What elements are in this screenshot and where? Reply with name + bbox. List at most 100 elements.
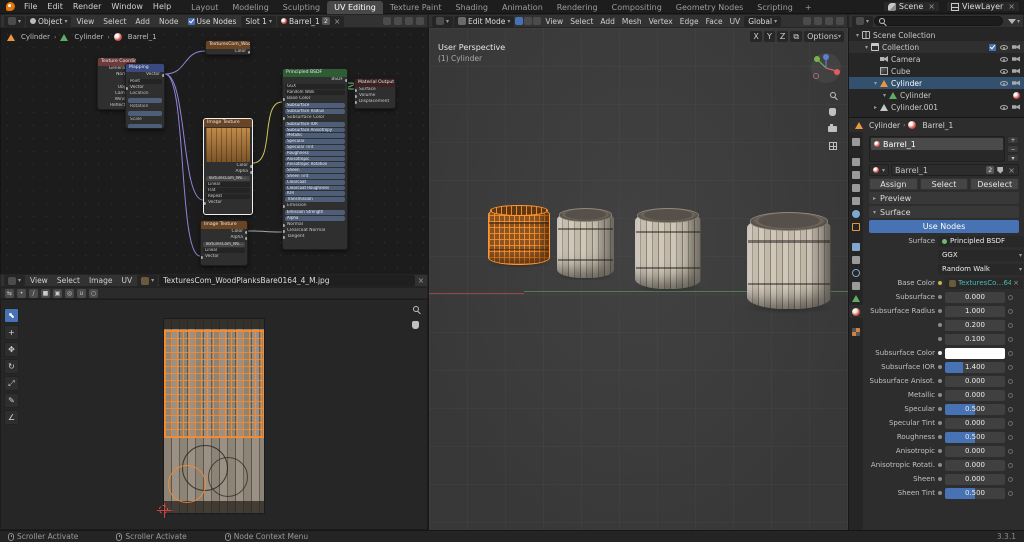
node-socket-row[interactable]: Transmission <box>285 197 345 202</box>
value-slider[interactable]: 0.000 <box>945 460 1005 471</box>
outliner-item-label[interactable]: Cylinder <box>891 79 922 88</box>
workspace-tab-geometry-nodes[interactable]: Geometry Nodes <box>669 1 750 14</box>
workspace-tab-texture-paint[interactable]: Texture Paint <box>383 1 449 14</box>
workspace-tab-animation[interactable]: Animation <box>495 1 550 14</box>
unlink-material-button[interactable]: × <box>332 17 340 26</box>
menu-file[interactable]: File <box>19 0 42 14</box>
overlays-icon[interactable] <box>825 17 833 25</box>
value-slider[interactable]: 0.200 <box>945 320 1005 331</box>
value-slider[interactable]: 0.500 <box>945 488 1005 499</box>
node-title[interactable]: Mapping <box>126 64 164 72</box>
select-button[interactable]: Select <box>920 178 969 190</box>
node-socket-row[interactable]: Metallic <box>285 133 345 138</box>
decorator-dot[interactable] <box>1008 449 1013 454</box>
node-title[interactable]: Principled BSDF <box>283 69 347 77</box>
outliner-row-cylinder[interactable]: ▾Cylinder <box>849 77 1024 89</box>
uv-select-island-button[interactable]: ▣ <box>53 289 62 298</box>
value-slider[interactable]: 0.000 <box>945 376 1005 387</box>
value-slider[interactable]: 0.000 <box>945 474 1005 485</box>
editor-type-button[interactable]: ▾ <box>852 16 873 27</box>
pin-icon[interactable] <box>383 17 391 25</box>
scale-tool-button[interactable]: ⤢ <box>4 376 19 391</box>
node-socket-row[interactable]: Point <box>128 79 162 84</box>
uv-editor-canvas[interactable]: ⬉+✥↻⤢✎∠ <box>0 299 428 530</box>
shading-context-dropdown[interactable]: Object▾ <box>26 16 71 27</box>
uv-sync-select-button[interactable]: ⇆ <box>5 289 14 298</box>
decorator-dot[interactable] <box>1008 295 1013 300</box>
value-slider[interactable]: 0.100 <box>945 334 1005 345</box>
node-socket-row[interactable] <box>128 111 162 116</box>
assign-button[interactable]: Assign <box>869 178 918 190</box>
node-socket-row[interactable]: Displacement <box>355 99 395 105</box>
breadcrumb-material[interactable]: Barrel_1 <box>922 121 953 130</box>
uv-select-face-button[interactable]: ■ <box>41 289 50 298</box>
mirror-y-toggle[interactable]: Y <box>764 31 775 42</box>
viewport-menu-edge[interactable]: Edge <box>677 17 702 26</box>
user-count-badge[interactable]: 2 <box>322 17 330 25</box>
node-socket-row[interactable]: Subsurface IOR <box>285 122 345 127</box>
workspace-tab-sculpting[interactable]: Sculpting <box>276 1 327 14</box>
outliner-search-input[interactable] <box>874 16 1003 26</box>
render-visibility-icon[interactable] <box>1012 68 1020 74</box>
node-socket-row[interactable]: Emission <box>283 203 347 209</box>
navigation-gizmo[interactable] <box>810 52 842 84</box>
uv-select-vertex-button[interactable]: • <box>17 289 26 298</box>
workspace-tab-shading[interactable]: Shading <box>448 1 495 14</box>
properties-tab-texture[interactable] <box>849 325 863 338</box>
node-socket-row[interactable]: Linear <box>206 182 250 187</box>
outliner-row-cylinder-001[interactable]: ▸Cylinder.001 <box>849 101 1024 113</box>
scene-unlink-button[interactable]: × <box>926 2 935 11</box>
node-socket-row[interactable]: Subsurface <box>285 103 345 108</box>
properties-tab-modifiers[interactable] <box>849 240 863 253</box>
properties-tab-material[interactable] <box>849 305 863 318</box>
snap-magnet-icon[interactable] <box>803 17 811 25</box>
shader-menu-select[interactable]: Select <box>99 17 130 26</box>
render-visibility-icon[interactable] <box>1012 56 1020 62</box>
fake-user-icon[interactable] <box>394 17 402 25</box>
camera-view-icon[interactable] <box>828 126 837 132</box>
value-slider[interactable]: 0.000 <box>945 446 1005 457</box>
node-material-output[interactable]: Material OutputSurfaceVolumeDisplacement <box>354 78 396 109</box>
eye-icon[interactable] <box>1000 57 1008 62</box>
decorator-dot[interactable] <box>1008 477 1013 482</box>
material-slot-list[interactable]: Barrel_1 <box>869 136 1005 162</box>
node-socket-row[interactable]: Subsurface Radius <box>285 109 345 114</box>
image-browse-button[interactable]: ▾ <box>137 275 158 286</box>
zoom-icon[interactable] <box>413 306 419 312</box>
sss-method-dropdown[interactable]: Random Walk▾ <box>938 264 1024 275</box>
browse-material-button[interactable]: ▾ <box>869 164 889 176</box>
uv-texture-image[interactable] <box>164 319 264 513</box>
mirror-x-toggle[interactable]: X <box>750 31 761 42</box>
outliner-item-label[interactable]: Collection <box>882 43 919 52</box>
render-visibility-icon[interactable] <box>1012 44 1020 50</box>
properties-tab-tool[interactable] <box>849 135 863 148</box>
menu-help[interactable]: Help <box>148 0 176 14</box>
properties-tab-render[interactable] <box>849 155 863 168</box>
base-color-texture-field[interactable]: TexturesCo…64_4_M.jpg× <box>945 278 1023 289</box>
node-socket-row[interactable]: Tangent <box>283 234 347 240</box>
node-socket-row[interactable]: Base Color <box>283 96 347 102</box>
properties-tab-physics[interactable] <box>849 266 863 279</box>
decorator-dot[interactable] <box>1008 337 1013 342</box>
node-socket-row[interactable]: Specular Tint <box>285 145 345 150</box>
image-name-field[interactable]: TexturesCom_WoodPlanksBare0164_4_M.jpg <box>159 275 415 286</box>
viewport-menu-select[interactable]: Select <box>567 17 596 26</box>
material-slot-row[interactable]: Barrel_1 <box>871 138 1003 150</box>
outliner-row-cube[interactable]: Cube <box>849 65 1024 77</box>
workspace-tab-scripting[interactable]: Scripting <box>750 1 800 14</box>
node-socket-row[interactable]: Alpha <box>201 235 247 241</box>
viewport-menu-add[interactable]: Add <box>597 17 618 26</box>
node-title[interactable]: Image Texture <box>201 221 247 229</box>
breadcrumb-object[interactable]: Cylinder <box>869 121 900 130</box>
surface-section-header[interactable]: ▾Surface <box>869 206 1019 218</box>
ortho-toggle-icon[interactable] <box>829 142 837 150</box>
use-nodes-toggle[interactable]: Use Nodes <box>184 16 241 27</box>
scene-selector[interactable]: Scene× <box>883 1 940 12</box>
node-image-texture-2[interactable]: Image TextureColorAlphaTexturesCom_Wo…Li… <box>200 220 248 266</box>
node-socket-row[interactable]: TexturesCom_Wo… <box>206 176 250 181</box>
proportional-edit-button[interactable]: ○ <box>89 289 98 298</box>
move-tool-button[interactable]: ✥ <box>4 342 19 357</box>
outliner-row-scene-collection[interactable]: ▾Scene Collection <box>849 29 1024 41</box>
node-socket-row[interactable]: Repeat <box>206 194 250 199</box>
filter-icon[interactable] <box>1008 19 1016 24</box>
